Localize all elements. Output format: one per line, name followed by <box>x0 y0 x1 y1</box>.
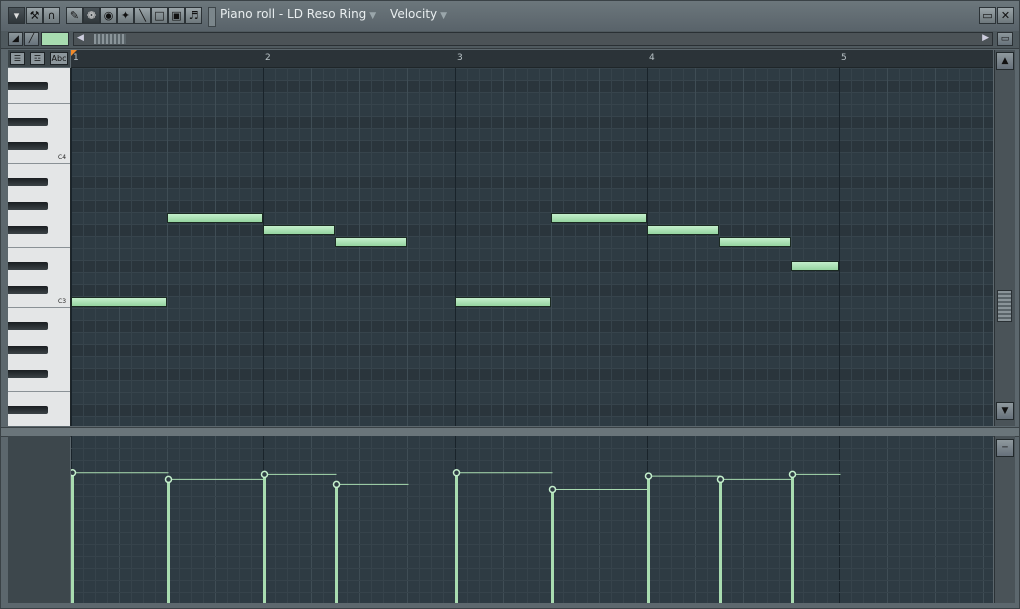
bar-number: 5 <box>841 53 847 63</box>
secondary-toolbar: ◢ ╱ ◀ ▶ ▭ <box>1 31 1019 49</box>
pencil-tool-icon[interactable]: ✎ <box>66 7 83 24</box>
zoom-tool-icon[interactable]: ▣ <box>168 7 185 24</box>
note[interactable] <box>335 237 407 247</box>
black-key[interactable] <box>8 178 48 186</box>
title-separator <box>208 7 216 27</box>
white-key-divider <box>8 103 70 104</box>
note-grid[interactable] <box>71 68 993 426</box>
note[interactable] <box>71 297 167 307</box>
note[interactable] <box>791 261 839 271</box>
vertical-scroll-thumb[interactable] <box>997 290 1012 322</box>
menu-arrow-icon[interactable]: ▾ <box>8 7 25 24</box>
speaker-icon[interactable]: ♬ <box>185 7 202 24</box>
black-key[interactable] <box>8 286 48 294</box>
octave-label: C4 <box>58 154 67 161</box>
white-key-divider <box>8 163 70 164</box>
event-scrollbar[interactable]: ─ <box>994 436 1015 603</box>
bar-number: 2 <box>265 53 271 63</box>
note[interactable] <box>551 213 647 223</box>
title-bar: ▾ ⚒ ∩ ✎ ❁ ◉ ✦ ╲ □ ▣ ♬ Piano roll - LD Re… <box>1 1 1019 32</box>
window-title[interactable]: Piano roll - LD Reso Ring ▼ Velocity ▼ <box>220 7 447 21</box>
black-key[interactable] <box>8 370 48 378</box>
black-key-row <box>71 320 993 332</box>
black-key-row <box>71 176 993 188</box>
event-panel-header <box>8 436 70 603</box>
note[interactable] <box>455 297 551 307</box>
stamp-icon[interactable]: ◢ <box>8 32 23 46</box>
horizontal-scrollbar[interactable]: ◀ ▶ <box>73 32 993 46</box>
black-key[interactable] <box>8 322 48 330</box>
keyboard-view-icon[interactable]: ☰ <box>10 52 25 65</box>
vertical-scrollbar[interactable]: ▲ ▼ <box>994 50 1015 426</box>
chevron-down-icon[interactable]: ▼ <box>369 11 376 21</box>
keyboard-mode-icon[interactable]: ☲ <box>30 52 45 65</box>
black-key-row <box>71 344 993 356</box>
black-key[interactable] <box>8 202 48 210</box>
velocity-event-panel[interactable] <box>71 436 993 603</box>
magnet-icon[interactable]: ∩ <box>43 7 60 24</box>
black-key[interactable] <box>8 82 48 90</box>
grid-lines <box>71 68 993 426</box>
white-key-divider <box>8 307 70 308</box>
chevron-left-icon[interactable]: ◀ <box>77 33 84 43</box>
white-key-divider <box>8 247 70 248</box>
bar-number: 3 <box>457 53 463 63</box>
wrench-icon[interactable]: ⚒ <box>26 7 43 24</box>
black-key-row <box>71 116 993 128</box>
note[interactable] <box>719 237 791 247</box>
black-key-row <box>71 200 993 212</box>
black-key-row <box>71 404 993 416</box>
delete-tool-icon[interactable]: ◉ <box>100 7 117 24</box>
keyboard-header: ☰ ☲ Abc <box>8 50 70 67</box>
black-key[interactable] <box>8 346 48 354</box>
horizontal-scroll-thumb[interactable] <box>94 34 126 44</box>
note[interactable] <box>647 225 719 235</box>
playhead-marker[interactable] <box>71 50 77 56</box>
mute-tool-icon[interactable]: ✦ <box>117 7 134 24</box>
slice-tool-icon[interactable]: ╲ <box>134 7 151 24</box>
timeline-ruler[interactable]: 12345 <box>71 50 993 68</box>
event-zoom-icon[interactable]: ─ <box>996 439 1014 457</box>
black-key-row <box>71 260 993 272</box>
black-key[interactable] <box>8 406 48 414</box>
note[interactable] <box>167 213 263 223</box>
black-key[interactable] <box>8 226 48 234</box>
octave-label: C3 <box>58 298 67 305</box>
white-key-divider <box>8 391 70 392</box>
note-color-swatch[interactable] <box>41 32 69 46</box>
piano-roll-window: ▾ ⚒ ∩ ✎ ❁ ◉ ✦ ╲ □ ▣ ♬ Piano roll - LD Re… <box>0 0 1020 609</box>
window-title-label[interactable]: Piano roll - LD Reso Ring <box>220 7 366 21</box>
chevron-right-icon[interactable]: ▶ <box>982 33 989 43</box>
note-names-button[interactable]: Abc <box>50 52 68 65</box>
close-icon[interactable]: ✕ <box>997 7 1014 24</box>
detach-icon[interactable]: ▭ <box>997 32 1013 46</box>
select-tool-icon[interactable]: □ <box>151 7 168 24</box>
scroll-down-icon[interactable]: ▼ <box>996 402 1014 420</box>
piano-keyboard[interactable]: C4 C3 <box>8 68 71 426</box>
maximize-icon[interactable]: ▭ <box>979 7 996 24</box>
black-key-row <box>71 368 993 380</box>
black-key[interactable] <box>8 142 48 150</box>
black-key[interactable] <box>8 118 48 126</box>
black-key-row <box>71 224 993 236</box>
scroll-up-icon[interactable]: ▲ <box>996 52 1014 70</box>
black-key-row <box>71 284 993 296</box>
chevron-down-icon[interactable]: ▼ <box>440 11 447 21</box>
black-key[interactable] <box>8 262 48 270</box>
draw-icon[interactable]: ╱ <box>24 32 39 46</box>
black-key-row <box>71 80 993 92</box>
note[interactable] <box>263 225 335 235</box>
black-key-row <box>71 140 993 152</box>
velocity-graph <box>71 436 993 603</box>
target-label[interactable]: Velocity <box>390 7 437 21</box>
bar-number: 4 <box>649 53 655 63</box>
paint-brush-icon[interactable]: ❁ <box>83 7 100 24</box>
